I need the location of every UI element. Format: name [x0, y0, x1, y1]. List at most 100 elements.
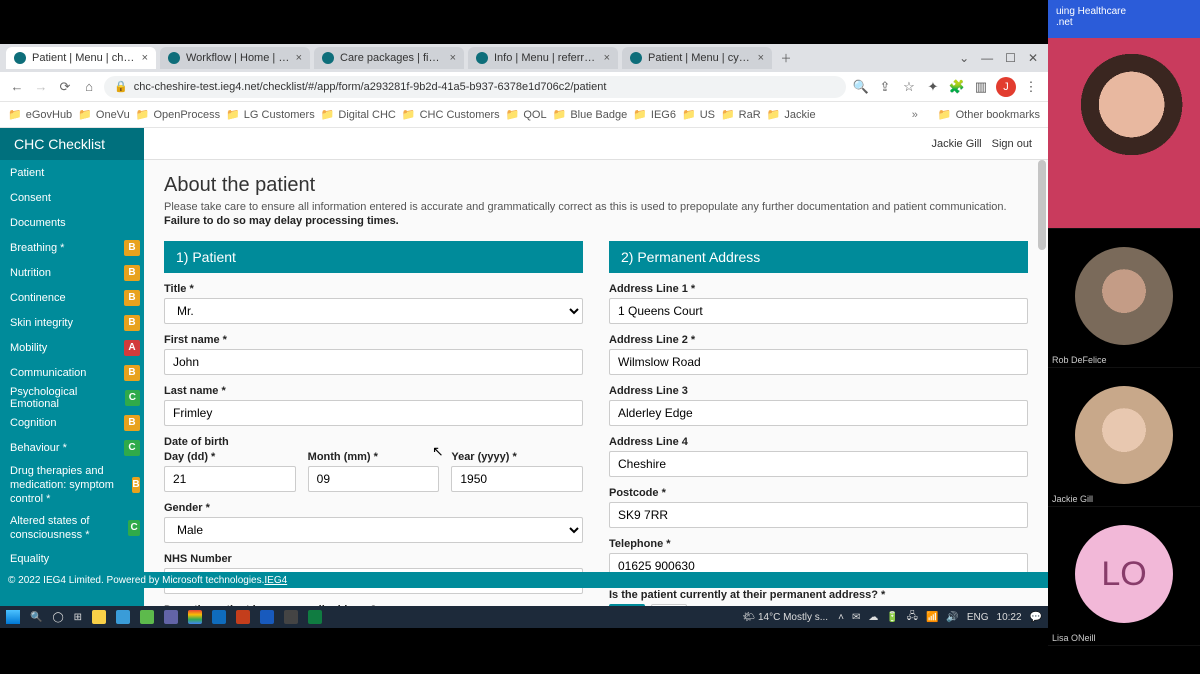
sidebar-item[interactable]: Drug therapies and medication: symptom c…: [0, 460, 144, 510]
sidebar-item[interactable]: Consent: [0, 185, 144, 210]
close-tab-icon[interactable]: ×: [296, 52, 302, 64]
network-icon[interactable]: 🖧: [907, 609, 918, 626]
close-tab-icon[interactable]: ×: [142, 52, 148, 64]
battery-icon[interactable]: 🔋: [886, 612, 898, 623]
outlook-icon[interactable]: [212, 610, 226, 624]
lastname-input[interactable]: [164, 400, 583, 426]
minimize-icon[interactable]: —: [981, 51, 993, 65]
bookmark-item[interactable]: 📁CHC Customers: [402, 108, 500, 121]
dob-dd-input[interactable]: [164, 466, 296, 492]
browser-tab[interactable]: Care packages | finance | ×: [314, 47, 464, 69]
sidebar-item[interactable]: CommunicationB: [0, 360, 144, 385]
footer-link[interactable]: IEG4: [264, 575, 287, 586]
chrome-icon[interactable]: [188, 610, 202, 624]
bookmark-item[interactable]: 📁QOL: [506, 108, 547, 121]
video-tile[interactable]: LO Lisa ONeill: [1048, 507, 1200, 646]
addr2-input[interactable]: [609, 349, 1028, 375]
mail-icon[interactable]: ✉: [852, 612, 860, 623]
bookmarks-overflow[interactable]: »: [912, 109, 918, 121]
dob-mm-input[interactable]: [308, 466, 440, 492]
language-indicator[interactable]: ENG: [967, 612, 989, 623]
zoom-icon[interactable]: 🔍: [852, 79, 870, 95]
powerpoint-icon[interactable]: [236, 610, 250, 624]
bookmark-item[interactable]: 📁Digital CHC: [321, 108, 396, 121]
video-tile[interactable]: Rob DeFelice: [1048, 229, 1200, 368]
bookmark-item[interactable]: 📁US: [682, 108, 715, 121]
video-tile-presenter[interactable]: [1048, 38, 1200, 229]
addr1-input[interactable]: [609, 298, 1028, 324]
app-icon[interactable]: [284, 610, 298, 624]
app-icon[interactable]: [116, 610, 130, 624]
cloud-icon[interactable]: ☁: [868, 612, 878, 623]
close-tab-icon[interactable]: ×: [758, 52, 764, 64]
bookmark-item[interactable]: 📁eGovHub: [8, 108, 72, 121]
forward-icon[interactable]: →: [32, 79, 50, 94]
chevron-down-icon[interactable]: ⌄: [959, 51, 969, 65]
browser-tab[interactable]: Patient | Menu | checklist ×: [6, 47, 156, 69]
new-tab-button[interactable]: ＋: [776, 50, 796, 66]
browser-tab[interactable]: Info | Menu | referral | S1 ×: [468, 47, 618, 69]
sidebar-item[interactable]: Skin integrityB: [0, 310, 144, 335]
teams-icon[interactable]: [164, 610, 178, 624]
title-select[interactable]: Mr.: [164, 298, 583, 324]
reload-icon[interactable]: ⟳: [56, 79, 74, 95]
bookmark-item[interactable]: 📁LG Customers: [226, 108, 315, 121]
gender-select[interactable]: Male: [164, 517, 583, 543]
home-icon[interactable]: ⌂: [80, 79, 98, 94]
word-icon[interactable]: [260, 610, 274, 624]
menu-icon[interactable]: ⋮: [1022, 79, 1040, 95]
addr3-input[interactable]: [609, 400, 1028, 426]
sidebar-item[interactable]: ContinenceB: [0, 285, 144, 310]
maximize-icon[interactable]: ☐: [1005, 51, 1016, 65]
sidebar-item[interactable]: Equality: [0, 546, 144, 571]
sidebar-item[interactable]: Patient: [0, 160, 144, 185]
dob-yy-input[interactable]: [451, 466, 583, 492]
postcode-input[interactable]: [609, 502, 1028, 528]
close-tab-icon[interactable]: ×: [604, 52, 610, 64]
other-bookmarks[interactable]: 📁Other bookmarks: [938, 108, 1040, 121]
weather-widget[interactable]: 🌤 14°C Mostly s...: [742, 612, 828, 623]
sidebar-item[interactable]: Altered states of consciousness *C: [0, 510, 144, 546]
close-window-icon[interactable]: ✕: [1028, 51, 1038, 65]
explorer-icon[interactable]: [92, 610, 106, 624]
notifications-icon[interactable]: 💬: [1030, 612, 1042, 623]
tray-chevron-icon[interactable]: ˄: [838, 612, 844, 623]
sidebar-item[interactable]: Breathing *B: [0, 235, 144, 260]
sidebar-item[interactable]: Behaviour *C: [0, 435, 144, 460]
ext-icon[interactable]: ✦: [924, 79, 942, 95]
share-icon[interactable]: ⇪: [876, 79, 894, 95]
bookmark-item[interactable]: 📁IEG6: [633, 108, 676, 121]
firstname-input[interactable]: [164, 349, 583, 375]
bookmark-item[interactable]: 📁Blue Badge: [553, 108, 628, 121]
sidebar-item[interactable]: MobilityA: [0, 335, 144, 360]
bookmark-item[interactable]: 📁RaR: [721, 108, 761, 121]
wifi-icon[interactable]: 📶: [926, 612, 938, 623]
sidebar-item[interactable]: NutritionB: [0, 260, 144, 285]
sidebar-item[interactable]: Documents: [0, 210, 144, 235]
bookmark-item[interactable]: 📁OpenProcess: [136, 108, 220, 121]
bookmark-item[interactable]: 📁Jackie: [767, 108, 816, 121]
video-tile[interactable]: Jackie Gill: [1048, 368, 1200, 507]
sign-out-link[interactable]: Sign out: [992, 138, 1032, 150]
profile-avatar[interactable]: J: [996, 77, 1016, 97]
browser-tab[interactable]: Workflow | Home | Case c ×: [160, 47, 310, 69]
bookmark-item[interactable]: 📁OneVu: [78, 108, 130, 121]
sidebar-item[interactable]: Psychological EmotionalC: [0, 385, 144, 410]
start-button[interactable]: [6, 610, 20, 624]
back-icon[interactable]: ←: [8, 79, 26, 94]
search-icon[interactable]: 🔍: [30, 612, 42, 623]
addr4-input[interactable]: [609, 451, 1028, 477]
cortana-icon[interactable]: ◯: [52, 612, 63, 623]
star-icon[interactable]: ☆: [900, 79, 918, 95]
sidebar-item[interactable]: CognitionB: [0, 410, 144, 435]
extensions-icon[interactable]: 🧩: [948, 79, 966, 95]
address-bar[interactable]: 🔒 chc-cheshire-test.ieg4.net/checklist/#…: [104, 76, 846, 98]
excel-icon[interactable]: [308, 610, 322, 624]
clock[interactable]: 10:22: [997, 612, 1022, 623]
taskview-icon[interactable]: ⊞: [74, 612, 82, 623]
scrollbar-thumb[interactable]: [1038, 160, 1046, 250]
panel-icon[interactable]: ▥: [972, 79, 990, 95]
app-icon[interactable]: [140, 610, 154, 624]
volume-icon[interactable]: 🔊: [946, 612, 958, 623]
browser-tab[interactable]: Patient | Menu | cyp-chec ×: [622, 47, 772, 69]
